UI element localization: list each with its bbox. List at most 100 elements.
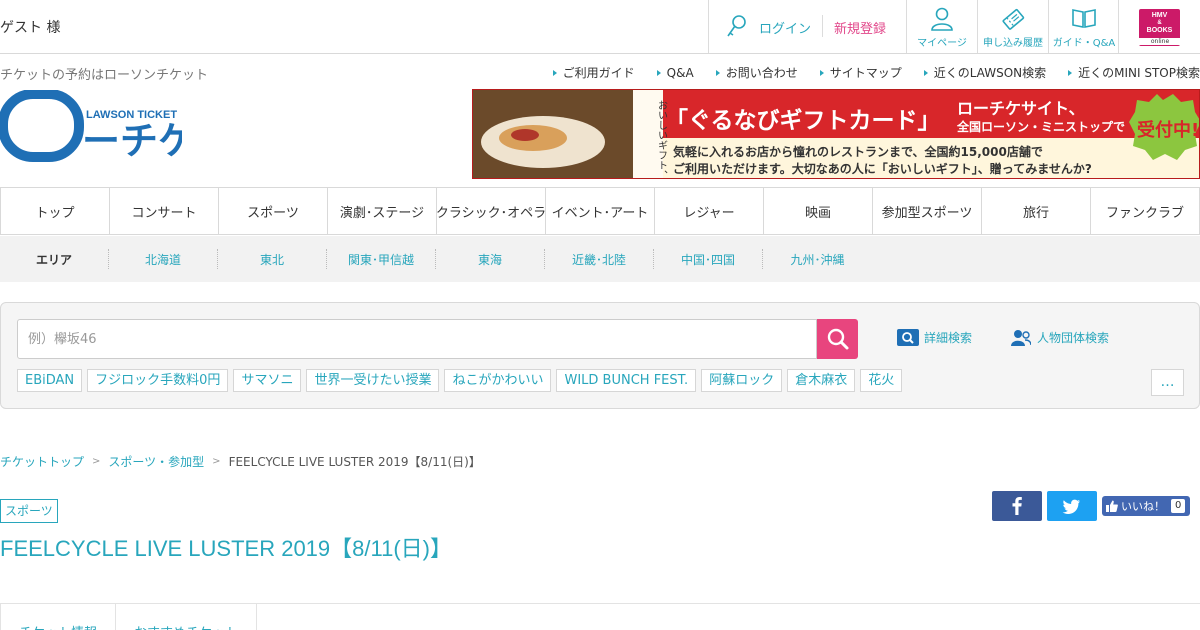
- book-icon: [1072, 9, 1096, 28]
- register-link[interactable]: 新規登録: [834, 18, 886, 37]
- people-icon: [1011, 330, 1031, 346]
- keyword-tag[interactable]: 花火: [860, 369, 903, 392]
- facebook-icon: [1012, 497, 1022, 515]
- area-kanto[interactable]: 関東･甲信越: [327, 249, 436, 269]
- site-header: ゲスト 様 ログイン 新規登録 マイページ 申し込み履歴 ガイド・Q&A HMV…: [0, 0, 1200, 54]
- tab-recommended[interactable]: おすすめチケット: [115, 604, 257, 630]
- genre-movie[interactable]: 映画: [764, 188, 873, 234]
- keyword-tag[interactable]: ねこがかわいい: [444, 369, 552, 392]
- history-button[interactable]: 申し込み履歴: [977, 0, 1048, 53]
- tab-ticket-info[interactable]: チケット情報: [0, 604, 116, 630]
- hmv-books-link[interactable]: HMV & BOOKS online: [1118, 0, 1200, 53]
- site-logo[interactable]: LAWSON TICKET ーチケ: [0, 89, 196, 163]
- page-title: FEELCYCLE LIVE LUSTER 2019【8/11(日)】: [0, 536, 452, 561]
- breadcrumb-sports[interactable]: スポーツ・参加型: [108, 453, 204, 470]
- person-search-link[interactable]: 人物団体検索: [1011, 329, 1109, 346]
- ticket-icon: [1002, 8, 1025, 30]
- svg-text:「ぐるなびギフトカード」: 「ぐるなびギフトカード」: [665, 108, 941, 134]
- keyword-tag[interactable]: 倉木麻衣: [787, 369, 856, 392]
- genre-travel[interactable]: 旅行: [982, 188, 1091, 234]
- triangle-right-icon: [656, 69, 661, 76]
- breadcrumb-current: FEELCYCLE LIVE LUSTER 2019【8/11(日)】: [228, 455, 481, 469]
- genre-top[interactable]: トップ: [1, 188, 110, 234]
- utility-nav: ご利用ガイド Q&A お問い合わせ サイトマップ 近くのLAWSON検索 近くの…: [531, 64, 1200, 81]
- keyword-tag[interactable]: EBiDAN: [17, 369, 83, 392]
- hmv-online-label: online: [1137, 38, 1183, 45]
- person-search-label: 人物団体検索: [1037, 331, 1110, 345]
- facebook-share-button[interactable]: [992, 491, 1042, 521]
- triangle-right-icon: [715, 69, 720, 76]
- breadcrumb-separator: >: [212, 456, 221, 467]
- guide-button[interactable]: ガイド・Q&A: [1048, 0, 1119, 53]
- tagline: チケットの予約はローソンチケット: [0, 68, 209, 83]
- login-link[interactable]: ログイン: [759, 18, 811, 37]
- advanced-search-label: 詳細検索: [924, 331, 973, 345]
- thumbs-up-icon: [1106, 500, 1118, 512]
- area-nav: エリア 北海道 東北 関東･甲信越 東海 近畿･北陸 中国･四国 九州･沖縄: [0, 236, 1200, 282]
- like-label: いいね！: [1121, 500, 1165, 513]
- like-count: 0: [1171, 499, 1186, 513]
- genre-participation-sports[interactable]: 参加型スポーツ: [873, 188, 982, 234]
- keyword-tag[interactable]: サマソニ: [233, 369, 302, 392]
- svg-text:全国ローソン・ミニストップで: 全国ローソン・ミニストップで: [956, 119, 1125, 134]
- svg-text:ローチケサイト、: ローチケサイト、: [957, 99, 1085, 118]
- guide-label: ガイド・Q&A: [1052, 38, 1116, 49]
- triangle-right-icon: [819, 69, 824, 76]
- keyword-tag[interactable]: 阿蘇ロック: [701, 369, 783, 392]
- advanced-search-icon: [897, 329, 919, 346]
- facebook-like-button[interactable]: いいね！ 0: [1102, 496, 1191, 516]
- util-link-qa[interactable]: Q&A: [656, 64, 694, 81]
- key-icon: [727, 15, 746, 37]
- genre-leisure[interactable]: レジャー: [655, 188, 764, 234]
- breadcrumb-ticket-top[interactable]: チケットトップ: [0, 453, 84, 470]
- search-panel: 詳細検索 人物団体検索 EBiDAN フジロック手数料0円 サマソニ 世界一受け…: [0, 302, 1200, 409]
- gift-card-banner[interactable]: おいしいギフト、できました。 「ぐるなびギフトカード」 ローチケサイト、 全国ロ…: [472, 89, 1200, 179]
- category-badge[interactable]: スポーツ: [0, 499, 58, 523]
- genre-classic[interactable]: クラシック･オペラ: [436, 188, 546, 234]
- guest-greeting: ゲスト 様: [0, 20, 61, 36]
- util-link-sitemap[interactable]: サイトマップ: [819, 64, 902, 81]
- genre-event[interactable]: イベント･アート: [546, 188, 655, 234]
- popular-keywords: EBiDAN フジロック手数料0円 サマソニ 世界一受けたい授業 ねこがかわいい…: [17, 369, 907, 392]
- genre-fanclub[interactable]: ファンクラブ: [1091, 188, 1199, 234]
- mypage-button[interactable]: マイページ: [906, 0, 977, 53]
- svg-text:ーチケ: ーチケ: [82, 119, 182, 162]
- svg-text:ご利用いただけます。大切なあの人に「おいしいギフト」、贈って: ご利用いただけます。大切なあの人に「おいしいギフト」、贈ってみませんか?: [673, 161, 1092, 176]
- area-hokkaido[interactable]: 北海道: [109, 249, 218, 269]
- breadcrumb-separator: >: [92, 456, 101, 467]
- util-link-lawson[interactable]: 近くのLAWSON検索: [923, 64, 1046, 81]
- triangle-right-icon: [923, 69, 928, 76]
- banner-graphic: おいしいギフト、できました。 「ぐるなびギフトカード」 ローチケサイト、 全国ロ…: [473, 90, 1199, 178]
- content-tabs: チケット情報 おすすめチケット: [0, 603, 1200, 630]
- keyword-tag[interactable]: 世界一受けたい授業: [306, 369, 440, 392]
- area-chugoku[interactable]: 中国･四国: [654, 249, 763, 269]
- history-label: 申し込み履歴: [983, 38, 1043, 49]
- area-kyushu[interactable]: 九州･沖縄: [763, 249, 872, 269]
- more-keywords-button[interactable]: …: [1151, 369, 1184, 396]
- svg-text:受付中!: 受付中!: [1137, 119, 1199, 141]
- area-tokai[interactable]: 東海: [436, 249, 545, 269]
- util-link-ministop[interactable]: 近くのMINI STOP検索: [1068, 64, 1200, 81]
- util-link-guide[interactable]: ご利用ガイド: [552, 64, 635, 81]
- util-link-contact[interactable]: お問い合わせ: [715, 64, 798, 81]
- genre-concert[interactable]: コンサート: [110, 188, 219, 234]
- advanced-search-link[interactable]: 詳細検索: [897, 329, 972, 346]
- keyword-tag[interactable]: WILD BUNCH FEST.: [556, 369, 697, 392]
- twitter-icon: [1062, 499, 1080, 514]
- mypage-label: マイページ: [917, 38, 967, 49]
- area-tohoku[interactable]: 東北: [218, 249, 327, 269]
- triangle-right-icon: [1068, 69, 1073, 76]
- lawson-ticket-logo: LAWSON TICKET ーチケ: [0, 89, 196, 163]
- genre-sports[interactable]: スポーツ: [219, 188, 328, 234]
- search-button[interactable]: [817, 319, 858, 359]
- area-kinki[interactable]: 近畿･北陸: [545, 249, 654, 269]
- genre-stage[interactable]: 演劇･ステージ: [328, 188, 437, 234]
- search-icon: [827, 328, 849, 350]
- search-input[interactable]: [17, 319, 817, 359]
- twitter-share-button[interactable]: [1047, 491, 1097, 521]
- area-heading: エリア: [0, 249, 109, 269]
- login-area: ログイン 新規登録: [708, 0, 906, 53]
- genre-nav: トップ コンサート スポーツ 演劇･ステージ クラシック･オペラ イベント･アー…: [0, 187, 1200, 235]
- triangle-right-icon: [552, 69, 557, 76]
- keyword-tag[interactable]: フジロック手数料0円: [87, 369, 229, 392]
